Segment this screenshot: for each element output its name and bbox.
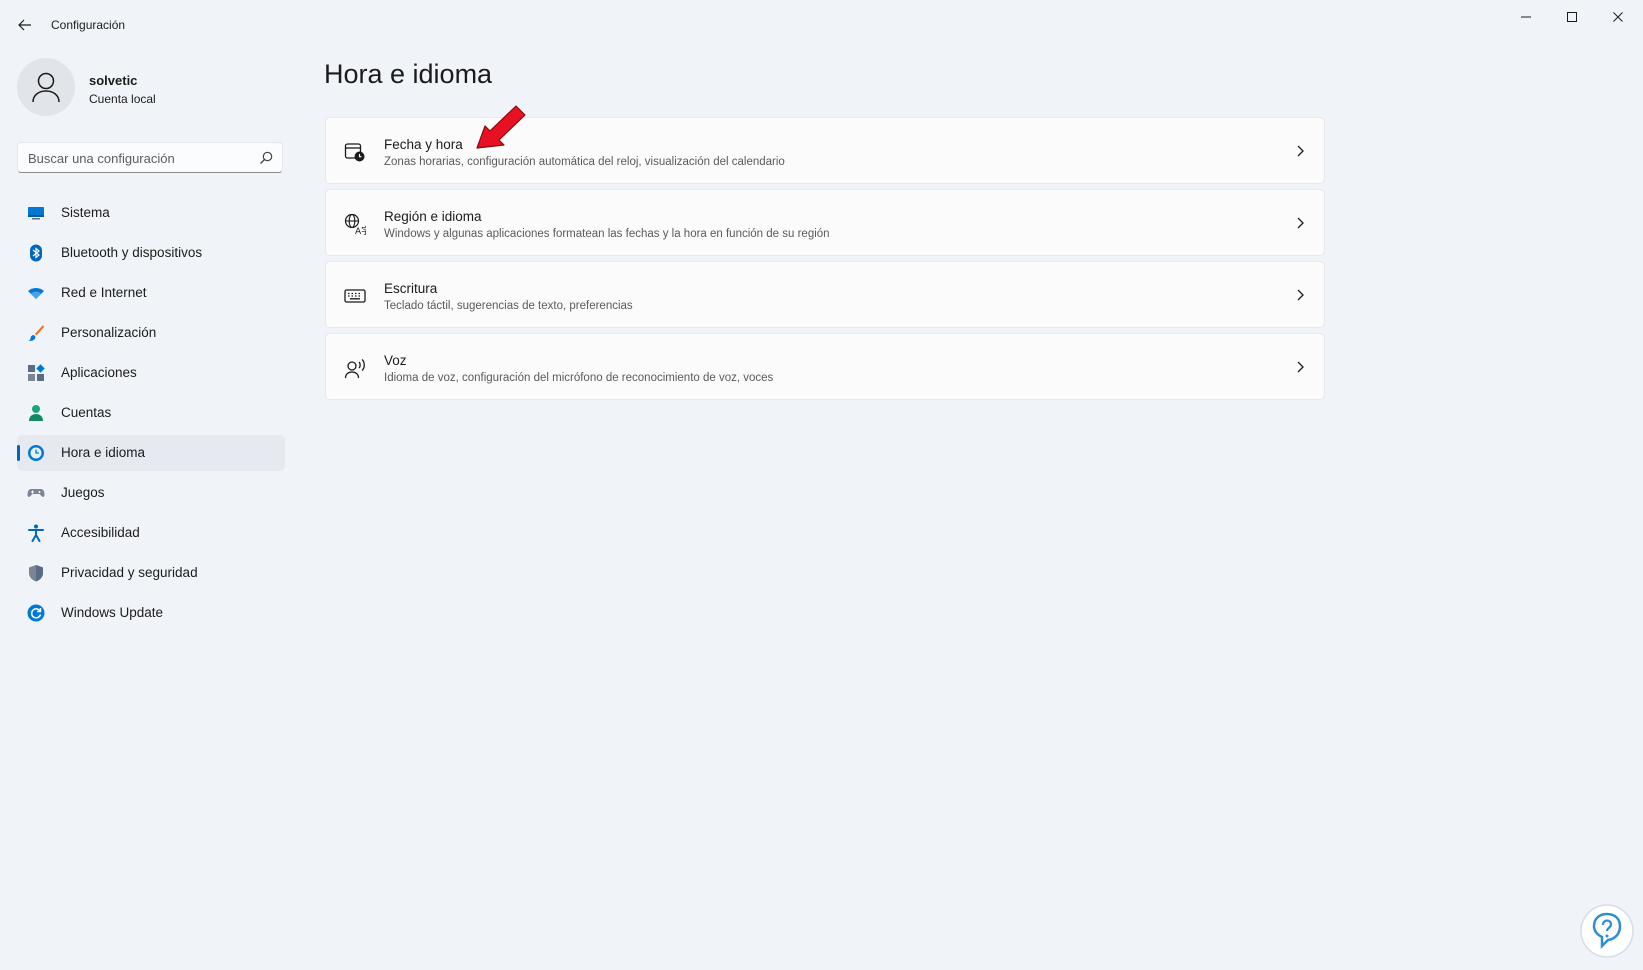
card-voz[interactable]: Voz Idioma de voz, configuración del mic… — [325, 333, 1325, 400]
sidebar-item-red[interactable]: Red e Internet — [17, 275, 285, 311]
gamepad-icon — [27, 489, 45, 497]
minimize-icon — [1521, 16, 1531, 18]
sidebar-item-privacidad[interactable]: Privacidad y seguridad — [17, 555, 285, 591]
shield-icon — [29, 565, 43, 582]
card-title: Escritura — [384, 281, 438, 296]
sidebar-item-label: Bluetooth y dispositivos — [61, 245, 203, 260]
accessibility-icon — [28, 524, 44, 542]
apps-icon — [28, 364, 45, 381]
keyboard-icon — [344, 289, 366, 303]
svg-text:A字: A字 — [355, 225, 366, 235]
sidebar-item-label: Hora e idioma — [61, 445, 146, 460]
sidebar-item-accesibilidad[interactable]: Accesibilidad — [17, 515, 285, 551]
maximize-icon — [1567, 12, 1577, 22]
sidebar-item-label: Privacidad y seguridad — [61, 565, 198, 580]
maximize-button[interactable] — [1549, 0, 1595, 34]
card-region-idioma[interactable]: A字 Región e idioma Windows y algunas apl… — [325, 189, 1325, 256]
person-outline-icon — [32, 72, 60, 103]
wifi-icon — [28, 288, 44, 299]
user-profile[interactable]: solvetic Cuenta local — [17, 58, 287, 118]
card-title: Región e idioma — [384, 209, 482, 224]
brush-icon — [28, 325, 44, 341]
back-arrow-icon — [18, 19, 31, 31]
user-name: solvetic — [89, 73, 138, 88]
close-icon — [1613, 12, 1623, 22]
account-type: Cuenta local — [89, 92, 156, 106]
card-description: Windows y algunas aplicaciones formatean… — [384, 228, 830, 240]
avatar — [17, 58, 75, 116]
card-description: Idioma de voz, configuración del micrófo… — [384, 372, 774, 384]
card-title: Fecha y hora — [384, 137, 463, 152]
search-box[interactable] — [17, 142, 283, 173]
sidebar-item-personalizacion[interactable]: Personalización — [17, 315, 285, 351]
sidebar-item-cuentas[interactable]: Cuentas — [17, 395, 285, 431]
chevron-right-icon — [1297, 361, 1304, 373]
sidebar-item-label: Personalización — [61, 325, 157, 340]
page-title: Hora e idioma — [324, 59, 493, 89]
update-icon — [27, 604, 45, 622]
back-button[interactable] — [12, 12, 38, 38]
sidebar-item-windows-update[interactable]: Windows Update — [17, 595, 285, 631]
sidebar-item-sistema[interactable]: Sistema — [17, 195, 285, 231]
card-title: Voz — [384, 353, 407, 368]
sidebar-item-label: Cuentas — [61, 405, 112, 420]
sidebar-item-label: Red e Internet — [61, 285, 147, 300]
sidebar-item-bluetooth[interactable]: Bluetooth y dispositivos — [17, 235, 285, 271]
sidebar-item-label: Windows Update — [61, 605, 164, 620]
speech-icon — [344, 359, 365, 379]
globe-clock-icon — [28, 445, 44, 461]
person-icon — [29, 405, 43, 421]
monitor-icon — [28, 207, 44, 220]
sidebar-item-label: Aplicaciones — [61, 365, 137, 380]
sidebar-item-label: Sistema — [61, 205, 110, 220]
language-icon: A字 — [344, 213, 366, 235]
bluetooth-icon — [30, 244, 42, 262]
watermark-logo-icon — [1580, 904, 1634, 958]
card-description: Teclado táctil, sugerencias de texto, pr… — [384, 300, 633, 312]
minimize-button[interactable] — [1503, 0, 1549, 34]
card-escritura[interactable]: Escritura Teclado táctil, sugerencias de… — [325, 261, 1325, 328]
sidebar-nav: Sistema Bluetooth y dispositivos Red e I… — [17, 195, 285, 635]
settings-list: Fecha y hora Zonas horarias, configuraci… — [325, 117, 1325, 405]
sidebar-item-juegos[interactable]: Juegos — [17, 475, 285, 511]
search-input[interactable] — [28, 148, 248, 168]
sidebar-item-aplicaciones[interactable]: Aplicaciones — [17, 355, 285, 391]
chevron-right-icon — [1297, 145, 1304, 157]
search-icon[interactable] — [259, 151, 273, 165]
annotation-arrow-icon — [476, 105, 526, 149]
calendar-clock-icon — [344, 143, 365, 162]
close-button[interactable] — [1595, 0, 1641, 34]
sidebar-item-hora-idioma[interactable]: Hora e idioma — [17, 435, 285, 471]
chevron-right-icon — [1297, 289, 1304, 301]
sidebar-item-label: Juegos — [61, 485, 105, 500]
card-description: Zonas horarias, configuración automática… — [384, 156, 785, 168]
sidebar-item-label: Accesibilidad — [61, 525, 140, 540]
chevron-right-icon — [1297, 217, 1304, 229]
window-title: Configuración — [51, 18, 126, 32]
title-bar: Configuración — [0, 0, 1643, 50]
